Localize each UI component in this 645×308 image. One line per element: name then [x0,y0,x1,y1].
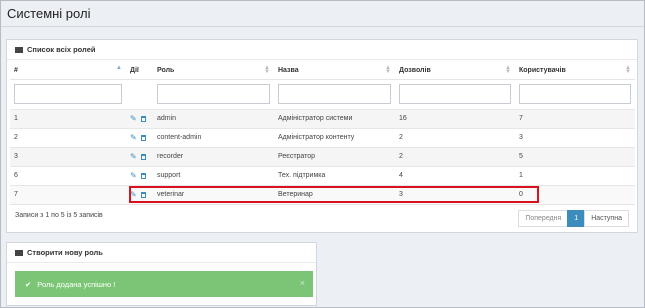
filter-users-input[interactable] [519,84,631,104]
close-icon[interactable]: × [300,278,305,288]
table-row: 7 ✎ veterinar Ветеринар 3 0 [10,185,635,205]
filter-permissions-input[interactable] [399,84,511,104]
col-header-users[interactable]: Користувачів ▲ ▼ [515,62,635,80]
col-header-name[interactable]: Назва ▲ ▼ [274,62,395,80]
pagination-prev-button[interactable]: Попередня [518,210,569,227]
filter-role-input[interactable] [157,84,270,104]
table-info: Записи з 1 по 5 із 5 записів [15,212,103,219]
sort-asc-icon: ▲ [116,65,122,71]
table-row: 3 ✎ recorder Реєстратор 2 5 [10,147,635,167]
pencil-icon[interactable]: ✎ [130,152,137,161]
trash-icon[interactable] [140,116,146,122]
page-header: Системні ролі [1,1,644,27]
create-role-box: Створити нову роль ✔ Роль додана успішно… [6,242,317,306]
roles-list-box: Список всіх ролей # ▲ Дії Роль ▲ ▼ Назва ▲ ▼ … [6,39,638,233]
pencil-icon[interactable]: ✎ [130,133,137,142]
sort-icon: ▲ ▼ [505,65,511,75]
page-title: Системні ролі [7,6,91,21]
success-alert: ✔ Роль додана успішно ! × [15,271,313,297]
pencil-icon[interactable]: ✎ [130,171,137,180]
create-role-header: Створити нову роль [7,243,316,263]
pagination: Попередня 1 Наступна [518,210,629,227]
col-header-actions: Дії [126,62,153,80]
table-row: 1 ✎ admin Адміністратор системи 16 7 [10,109,635,129]
col-header-permissions[interactable]: Дозволів ▲ ▼ [395,62,515,80]
success-alert-text: Роль додана успішно ! [37,279,116,289]
pencil-icon[interactable]: ✎ [130,114,137,123]
trash-icon[interactable] [140,192,146,198]
roles-list-title: Список всіх ролей [27,45,96,54]
pagination-next-button[interactable]: Наступна [584,210,629,227]
filter-id-input[interactable] [14,84,122,104]
sort-icon: ▲ ▼ [264,65,270,75]
roles-list-header: Список всіх ролей [7,40,637,60]
trash-icon[interactable] [140,173,146,179]
trash-icon[interactable] [140,154,146,160]
roles-table: # ▲ Дії Роль ▲ ▼ Назва ▲ ▼ Дозволів ▲ ▼ Користу… [10,62,635,205]
col-header-role[interactable]: Роль ▲ ▼ [153,62,274,80]
sort-icon: ▲ ▼ [385,65,391,75]
col-header-id[interactable]: # ▲ [10,62,126,80]
table-row: 6 ✎ support Тех. підтримка 4 1 [10,166,635,186]
sort-icon: ▲ ▼ [625,65,631,75]
trash-icon[interactable] [140,135,146,141]
table-row: 2 ✎ content-admin Адміністратор контенту… [10,128,635,148]
pencil-icon[interactable]: ✎ [130,190,137,199]
pagination-page-button[interactable]: 1 [567,210,586,227]
create-role-title: Створити нову роль [27,248,103,257]
list-icon [15,46,23,53]
list-icon [15,249,23,256]
check-icon: ✔ [25,279,32,289]
filter-name-input[interactable] [278,84,391,104]
